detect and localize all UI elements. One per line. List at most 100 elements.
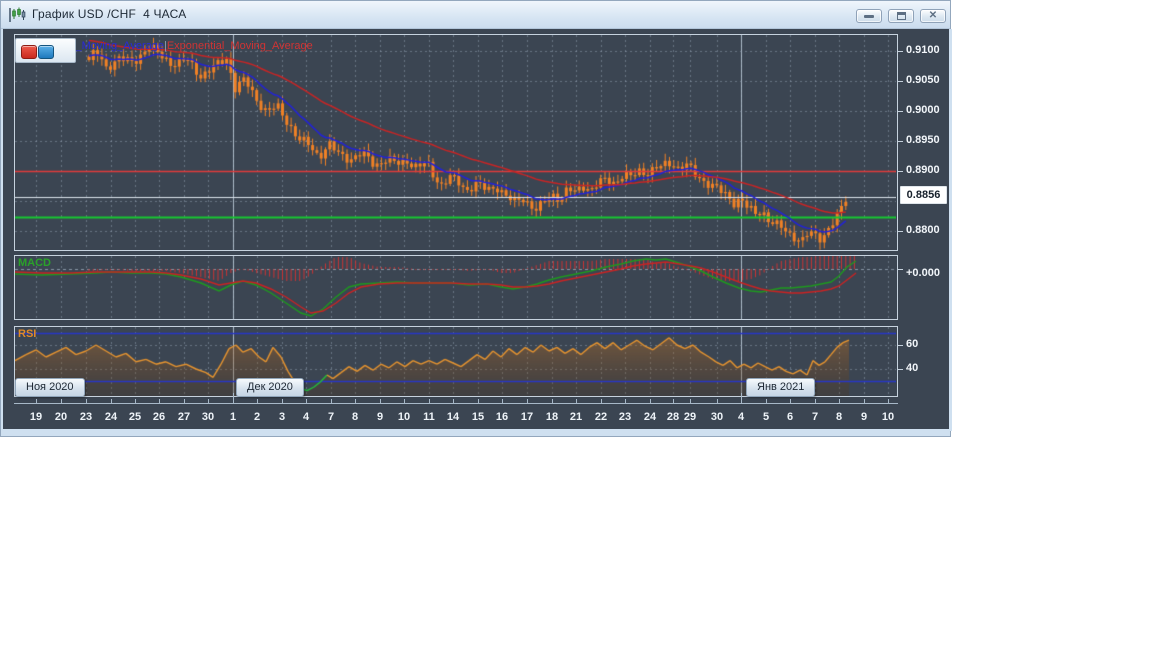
time-axis-label: 18 xyxy=(545,411,559,423)
time-axis-label: 26 xyxy=(152,411,166,423)
price-axis-label: 0.8900 xyxy=(906,164,940,176)
time-axis-tick xyxy=(502,399,503,403)
time-axis-tick xyxy=(331,399,332,403)
scale-tick xyxy=(898,369,903,370)
price-axis-tick xyxy=(898,111,903,112)
macd-panel[interactable]: MACD xyxy=(14,255,898,320)
time-axis-tick xyxy=(208,399,209,403)
time-axis-label: 16 xyxy=(495,411,509,423)
time-axis-tick xyxy=(282,399,283,403)
close-button[interactable]: ✕ xyxy=(920,9,946,23)
time-axis-label: 23 xyxy=(618,411,632,423)
time-axis-label: 17 xyxy=(520,411,534,423)
price-axis-tick xyxy=(898,51,903,52)
time-axis-tick xyxy=(453,399,454,403)
time-axis-tick xyxy=(61,399,62,403)
time-axis-label: 10 xyxy=(397,411,411,423)
price-axis-label: 0.9050 xyxy=(906,74,940,86)
price-axis-tick xyxy=(898,171,903,172)
buy-quick-button[interactable] xyxy=(38,45,54,59)
time-axis-label: 4 xyxy=(737,411,745,423)
month-button[interactable]: Дек 2020 xyxy=(236,378,304,397)
titlebar[interactable]: График USD /CHF 4 ЧАСА ✕ xyxy=(1,1,950,29)
time-axis-label: 4 xyxy=(302,411,310,423)
time-axis-tick xyxy=(86,399,87,403)
time-axis-label: 30 xyxy=(710,411,724,423)
macd-canvas[interactable] xyxy=(15,256,896,319)
scale-tick xyxy=(898,269,903,270)
time-axis-tick xyxy=(404,399,405,403)
time-axis-label: 8 xyxy=(835,411,843,423)
restore-button[interactable] xyxy=(888,9,914,23)
price-axis-tick xyxy=(898,231,903,232)
macd-scale-label: +0.000 xyxy=(906,267,940,279)
time-axis-tick xyxy=(429,399,430,403)
window-controls: ✕ xyxy=(856,9,946,23)
time-axis xyxy=(14,403,898,404)
price-axis-label: 0.9000 xyxy=(906,104,940,116)
time-axis-tick xyxy=(355,399,356,403)
macd-label: MACD xyxy=(18,257,51,269)
time-axis-label: 5 xyxy=(762,411,770,423)
time-axis-tick xyxy=(257,399,258,403)
time-axis-label: 9 xyxy=(376,411,384,423)
price-axis-tick xyxy=(898,81,903,82)
time-axis-label: 15 xyxy=(471,411,485,423)
month-boundary-tick xyxy=(233,393,234,403)
time-axis-tick xyxy=(815,399,816,403)
sell-quick-button[interactable] xyxy=(21,45,37,59)
rsi-label: RSI xyxy=(18,328,37,340)
time-axis-tick xyxy=(135,399,136,403)
time-axis-label: 1 xyxy=(229,411,237,423)
time-axis-tick xyxy=(111,399,112,403)
time-axis-tick xyxy=(478,399,479,403)
month-boundary-tick xyxy=(741,393,742,403)
chart-mini-toolbar xyxy=(15,38,76,63)
price-axis-label: 0.9100 xyxy=(906,44,940,56)
price-chart-canvas[interactable] xyxy=(15,35,896,250)
window-bottom-border xyxy=(1,429,950,436)
rsi-scale-label: 40 xyxy=(906,362,919,374)
month-button[interactable]: Ноя 2020 xyxy=(15,378,85,397)
time-axis-label: 27 xyxy=(177,411,191,423)
restore-icon xyxy=(896,12,906,20)
chart-client-area: Exponential_Moving_Average|Exponential_M… xyxy=(1,29,952,431)
time-axis-label: 2 xyxy=(253,411,261,423)
scale-tick xyxy=(898,345,903,346)
time-axis-label: 30 xyxy=(201,411,215,423)
time-axis-label: 7 xyxy=(811,411,819,423)
window-right-border xyxy=(949,29,952,431)
month-button[interactable]: Янв 2021 xyxy=(746,378,816,397)
time-axis-label: 11 xyxy=(423,411,435,423)
time-axis-label: 25 xyxy=(128,411,142,423)
time-axis-label: 23 xyxy=(79,411,93,423)
time-axis-tick xyxy=(306,399,307,403)
current-price-tag: 0.8856 xyxy=(900,186,947,204)
close-icon: ✕ xyxy=(928,10,938,21)
time-axis-tick xyxy=(601,399,602,403)
chart-window: График USD /CHF 4 ЧАСА ✕ Exponential_Mov… xyxy=(0,0,952,437)
time-axis-label: 3 xyxy=(278,411,286,423)
time-axis-tick xyxy=(864,399,865,403)
time-axis-label: 7 xyxy=(327,411,335,423)
time-axis-label: 14 xyxy=(446,411,460,423)
time-axis-label: 20 xyxy=(54,411,68,423)
price-axis-label: 0.8800 xyxy=(906,224,940,236)
ema-slow-label: Exponential_Moving_Average xyxy=(166,40,313,52)
window-left-border xyxy=(1,29,3,431)
time-axis-label: 22 xyxy=(594,411,608,423)
time-axis-tick xyxy=(159,399,160,403)
minimize-button[interactable] xyxy=(856,9,882,23)
candlestick-chart-icon xyxy=(8,6,26,24)
window-title: График USD /CHF 4 ЧАСА xyxy=(32,7,187,21)
time-axis-tick xyxy=(380,399,381,403)
time-axis-label: 19 xyxy=(29,411,43,423)
price-chart-panel[interactable]: Exponential_Moving_Average|Exponential_M… xyxy=(14,34,898,251)
time-axis-label: 9 xyxy=(860,411,868,423)
time-axis-tick xyxy=(766,399,767,403)
time-axis-tick xyxy=(36,399,37,403)
time-axis-tick xyxy=(790,399,791,403)
time-axis-tick xyxy=(576,399,577,403)
time-axis-tick xyxy=(839,399,840,403)
price-axis-tick xyxy=(898,141,903,142)
